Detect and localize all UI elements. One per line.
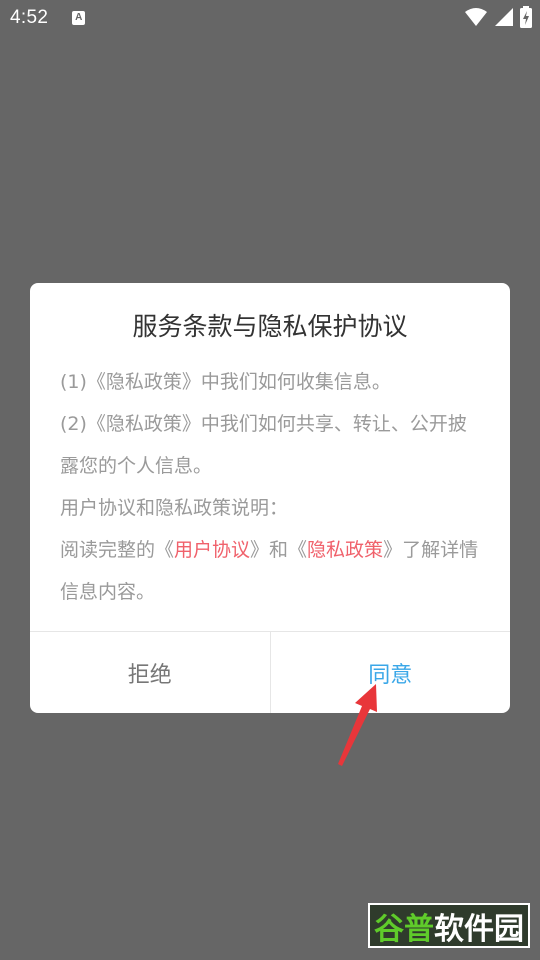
dialog-footer: 拒绝 同意 [30,631,510,713]
status-bar: 4:52 A [0,0,540,36]
wifi-icon [464,7,488,27]
dialog-body: (1)《隐私政策》中我们如何收集信息。 (2)《隐私政策》中我们如何共享、转让、… [60,361,485,613]
dialog-title: 服务条款与隐私保护协议 [132,312,408,341]
user-agreement-link[interactable]: 用户协议 [174,539,250,561]
policy-line-4: 阅读完整的《用户协议》和《隐私政策》了解详情信息内容。 [60,529,485,613]
status-time: 4:52 [10,7,49,28]
policy-line-2: (2)《隐私政策》中我们如何共享、转让、公开披露您的个人信息。 [60,413,467,477]
status-icons [464,6,532,28]
watermark-part1: 谷普 [374,911,434,947]
privacy-dialog: 服务条款与隐私保护协议 (1)《隐私政策》中我们如何收集信息。 (2)《隐私政策… [30,283,510,713]
agree-button[interactable]: 同意 [271,632,511,713]
screen: 4:52 A 服务条款与隐私保护协议 (1)《隐私政策》中我们如何收集信息。 (… [0,0,540,960]
watermark-part2: 软件园 [434,911,524,947]
battery-charging-icon [520,6,532,28]
policy-line-1: (1)《隐私政策》中我们如何收集信息。 [60,371,391,393]
policy-line-3: 用户协议和隐私政策说明： [60,497,289,519]
line4-prefix: 阅读完整的《 [60,539,175,561]
reject-button[interactable]: 拒绝 [30,632,271,713]
notification-a-icon: A [72,11,86,25]
line4-middle: 》和《 [250,539,308,561]
watermark-logo: 谷普 软件园 [368,903,530,948]
signal-icon [494,7,514,27]
privacy-policy-link[interactable]: 隐私政策 [307,539,383,561]
red-arrow-icon [338,684,377,766]
